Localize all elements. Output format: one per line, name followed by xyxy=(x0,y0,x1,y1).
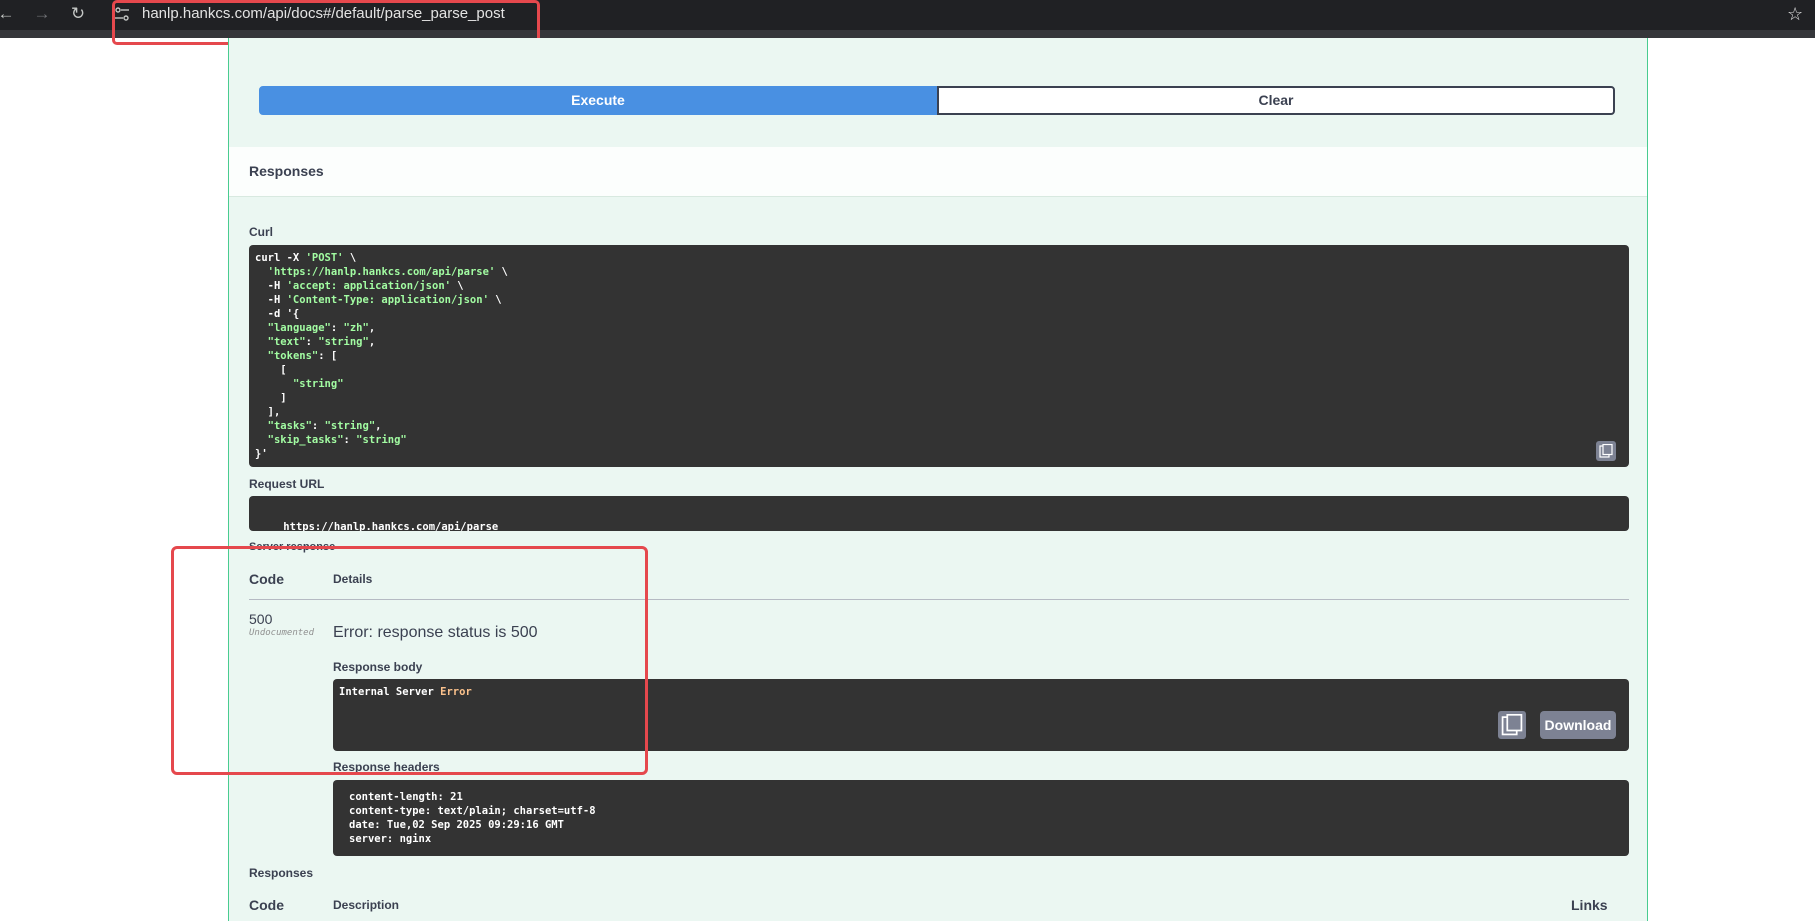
copy-icon[interactable] xyxy=(1596,441,1616,461)
curl-line: ], xyxy=(255,406,281,418)
request-url-value: https://hanlp.hankcs.com/api/parse xyxy=(283,521,499,531)
curl-line: [ xyxy=(255,364,287,376)
curl-line: 'https://hanlp.hankcs.com/api/parse' \ xyxy=(267,266,508,278)
execute-button[interactable]: Execute xyxy=(259,86,937,115)
operation-block: Execute Clear Responses Curl curl -X 'PO… xyxy=(228,38,1648,921)
copy-icon[interactable] xyxy=(1498,711,1526,739)
responses-table-title: Responses xyxy=(249,866,314,880)
responses-header: Responses xyxy=(229,147,1647,197)
curl-line: "string" xyxy=(292,378,344,390)
response-header-line: content-length: 21 xyxy=(349,791,463,803)
responses-links-header: Links xyxy=(1571,897,1608,913)
curl-line: -H 'accept: application/json' \ xyxy=(255,280,464,292)
curl-line: curl -X 'POST' \ xyxy=(255,252,357,264)
curl-code-block: curl -X 'POST' \ 'https://hanlp.hankcs.c… xyxy=(249,245,1629,467)
responses-description-header: Description xyxy=(333,898,400,912)
clear-button[interactable]: Clear xyxy=(937,86,1615,115)
reload-icon[interactable]: ↻ xyxy=(68,4,88,24)
response-headers-block: content-length: 21 content-type: text/pla… xyxy=(333,780,1629,856)
response-header-line: content-type: text/plain; charset=utf-8 xyxy=(349,805,596,817)
request-url-block: https://hanlp.hankcs.com/api/parse xyxy=(249,496,1629,531)
star-icon[interactable]: ☆ xyxy=(1787,4,1803,24)
curl-line: -d '{ xyxy=(255,308,300,320)
curl-line: "language": "zh", xyxy=(267,322,376,334)
arrow-right-icon[interactable]: → xyxy=(32,4,52,24)
execute-button-group: Execute Clear xyxy=(259,86,1615,115)
curl-line: "skip_tasks": "string" xyxy=(267,434,407,446)
curl-line: "tasks": "string", xyxy=(267,420,382,432)
request-url-label: Request URL xyxy=(249,477,325,491)
download-button[interactable]: Download xyxy=(1540,711,1616,739)
response-header-line: server: nginx xyxy=(349,833,432,845)
server-response-highlight-box xyxy=(171,546,648,775)
curl-line: "text": "string", xyxy=(267,336,376,348)
responses-code-header: Code xyxy=(249,897,284,913)
curl-line: -H 'Content-Type: application/json' \ xyxy=(255,294,502,306)
responses-title: Responses xyxy=(249,163,324,179)
curl-line: "tokens": [ xyxy=(267,350,338,362)
arrow-left-icon[interactable]: ← xyxy=(0,4,16,24)
curl-line: }' xyxy=(255,448,268,460)
response-header-line: date: Tue,02 Sep 2025 09:29:16 GMT xyxy=(349,819,564,831)
curl-line: ] xyxy=(255,392,287,404)
curl-label: Curl xyxy=(249,225,273,239)
